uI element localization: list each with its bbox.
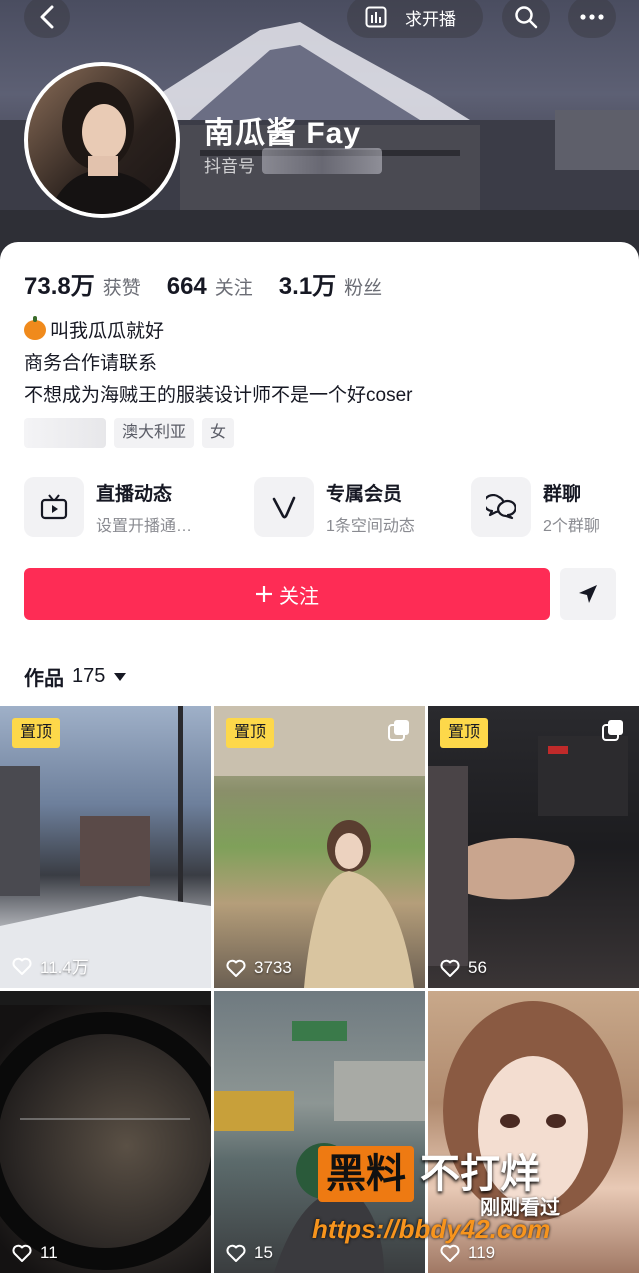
tab-works[interactable]: 作品 175 [24,662,127,691]
follow-button[interactable]: 关注 [24,568,550,620]
send-icon [579,585,597,603]
like-count: 56 [440,958,487,978]
bio: 叫我瓜瓜就好 商务合作请联系 不想成为海贼王的服装设计师不是一个好coser [24,316,412,412]
tag-location: 澳大利亚 [114,418,195,448]
pinned-badge: 置顶 [226,718,275,748]
request-live-button[interactable]: 求开播 [347,0,483,38]
multi-image-icon [602,720,623,741]
feature-subtitle: 1条空间动态 [326,517,415,535]
watermark-text: 不打烊 [420,1152,540,1196]
video-thumbnail[interactable]: 置顶 11.4万 [0,706,211,988]
bio-line-3: 不想成为海贼王的服装设计师不是一个好coser [24,385,413,406]
feature-row: 直播动态设置开播通… 专属会员 1条空间动态 群聊 2个群聊 [24,476,624,538]
feature-title: 专属会员 [326,483,403,505]
live-stats-icon [365,6,387,28]
share-button[interactable] [560,568,616,620]
tv-icon [24,477,84,537]
back-button[interactable] [24,0,70,38]
like-count: 119 [440,1243,495,1263]
feature-subtitle: 设置开播通… [96,517,193,535]
works-tab-label: 作品 [24,668,64,690]
multi-image-icon [388,720,409,741]
heart-icon [12,1244,32,1262]
search-button[interactable] [502,0,550,38]
stat-following[interactable]: 664 关注 [167,273,253,301]
like-count: 11.4万 [12,953,89,978]
feature-title: 直播动态 [96,483,173,505]
pumpkin-icon [24,316,46,340]
v-icon [254,477,314,537]
nickname: 南瓜酱 Fay [204,117,362,150]
follow-label: 关注 [279,585,319,608]
more-icon [580,14,604,20]
watermark: 黑料 不打烊 [318,1146,540,1202]
plus-icon [256,586,272,602]
watermark-box-text: 黑料 [318,1146,414,1202]
bio-line-2: 商务合作请联系 [24,353,158,374]
watermark-url: https://bbdy42.com [312,1214,551,1244]
stat-likes[interactable]: 73.8万 获赞 [24,266,141,301]
works-count: 175 [72,665,106,687]
feature-subtitle: 2个群聊 [543,517,600,535]
feature-live-updates[interactable]: 直播动态设置开播通… [24,476,192,538]
tag-redacted [24,418,106,448]
feature-membership[interactable]: 专属会员 1条空间动态 [254,476,415,538]
heart-icon [12,957,32,975]
heart-icon [226,959,246,977]
feature-title: 群聊 [543,483,582,505]
pinned-badge: 置顶 [440,718,489,748]
heart-icon [440,959,460,977]
video-thumbnail[interactable]: 置顶 3733 [214,706,425,988]
like-count: 15 [226,1243,273,1263]
request-live-label: 求开播 [405,9,456,29]
avatar[interactable] [24,62,180,218]
stat-followers[interactable]: 3.1万 粉丝 [279,266,382,301]
heart-icon [226,1244,246,1262]
feature-group-chat[interactable]: 群聊 2个群聊 [471,476,600,538]
back-icon [40,5,54,29]
tag-gender: 女 [202,418,235,448]
video-thumbnail[interactable]: 置顶 56 [428,706,639,988]
like-count: 3733 [226,958,292,978]
douyin-id-value-redacted [262,148,382,174]
heart-icon [440,1244,460,1262]
pinned-badge: 置顶 [12,718,61,748]
more-button[interactable] [568,0,616,38]
caret-down-icon [114,672,127,681]
bio-line-1: 叫我瓜瓜就好 [50,321,165,342]
like-count: 11 [12,1243,58,1263]
chat-bubbles-icon [471,477,531,537]
profile-stats: 73.8万 获赞 664 关注 3.1万 粉丝 [24,266,382,301]
profile-tags: 澳大利亚 女 [24,418,235,448]
search-icon [515,6,538,29]
video-thumbnail[interactable]: 11 [0,991,211,1273]
douyin-id-label: 抖音号 [204,157,255,176]
